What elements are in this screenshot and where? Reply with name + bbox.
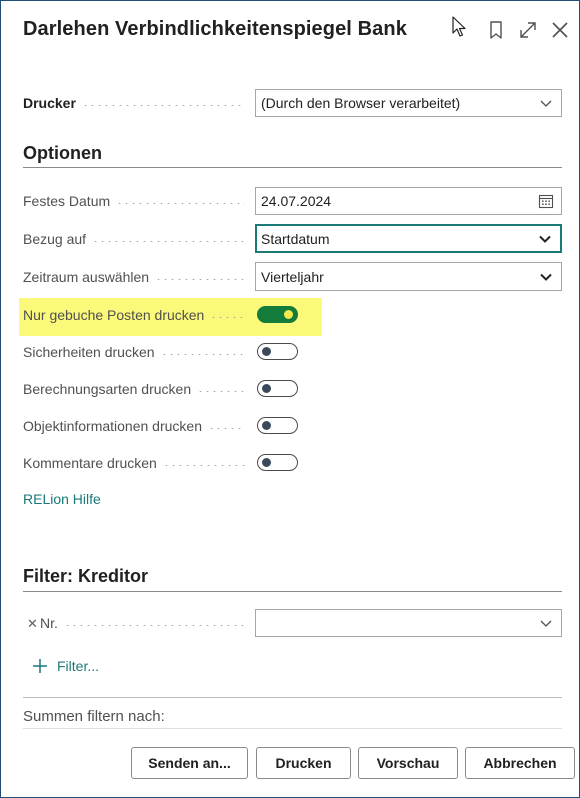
add-filter-label: Filter...: [57, 658, 100, 674]
chevron-down-icon: [531, 610, 561, 636]
toggle-label-object-info: Objektinformationen drucken: [23, 416, 245, 436]
toggle-label-calculation-types: Berechnungsarten drucken: [23, 379, 245, 399]
send-to-button[interactable]: Senden an...: [131, 747, 248, 779]
reference-label: Bezug auf: [23, 229, 245, 249]
fixed-date-value: 24.07.2024: [261, 193, 332, 209]
divider: [23, 697, 562, 698]
reference-select[interactable]: Startdatum: [255, 224, 562, 253]
period-label: Zeitraum auswählen: [23, 267, 245, 287]
toggle-calculation-types[interactable]: [257, 380, 298, 397]
help-link[interactable]: RELion Hilfe: [23, 491, 101, 507]
expand-icon[interactable]: [517, 19, 539, 41]
cancel-button[interactable]: Abbrechen: [465, 747, 575, 779]
plus-icon: [31, 657, 49, 675]
options-divider: [23, 167, 562, 168]
filter-divider: [23, 591, 562, 592]
period-value: Vierteljahr: [261, 268, 324, 285]
fixed-date-input[interactable]: 24.07.2024: [255, 187, 562, 215]
printer-value: (Durch den Browser verarbeitet): [261, 95, 461, 111]
toggle-posted-only[interactable]: [257, 306, 298, 323]
report-request-dialog: Darlehen Verbindlichkeitenspiegel Bank D…: [0, 0, 580, 798]
print-button[interactable]: Drucken: [256, 747, 351, 779]
printer-label: Drucker: [23, 93, 245, 113]
dialog-title: Darlehen Verbindlichkeitenspiegel Bank: [23, 18, 407, 40]
chevron-down-icon: [531, 90, 561, 116]
printer-select[interactable]: (Durch den Browser verarbeitet): [255, 89, 562, 117]
toggle-knob: [262, 384, 271, 393]
chevron-down-icon: [531, 263, 561, 290]
toggle-label-securities: Sicherheiten drucken: [23, 342, 245, 362]
filter-no-input[interactable]: [255, 609, 562, 637]
add-filter-button[interactable]: Filter...: [31, 657, 99, 675]
sum-filter-label[interactable]: Summen filtern nach:: [23, 708, 165, 725]
toggle-knob: [262, 421, 271, 430]
filter-no-label: Nr.: [40, 613, 245, 633]
period-select[interactable]: Vierteljahr: [255, 262, 562, 291]
divider: [23, 728, 562, 729]
toggle-knob: [262, 458, 271, 467]
preview-button[interactable]: Vorschau: [358, 747, 458, 779]
toggle-knob: [262, 347, 271, 356]
toggle-object-info[interactable]: [257, 417, 298, 434]
toggle-comments[interactable]: [257, 454, 298, 471]
fixed-date-label: Festes Datum: [23, 191, 245, 211]
toggle-knob: [284, 310, 293, 319]
toggle-label-posted-only: Nur gebuche Posten drucken: [23, 305, 245, 325]
remove-filter-icon[interactable]: ✕: [27, 616, 38, 632]
close-icon[interactable]: [549, 19, 571, 41]
mouse-pointer-icon: [452, 16, 468, 38]
filter-section-title[interactable]: Filter: Kreditor: [23, 566, 148, 587]
toggle-securities[interactable]: [257, 343, 298, 360]
options-section-title[interactable]: Optionen: [23, 143, 102, 164]
chevron-down-icon: [530, 226, 560, 251]
reference-value: Startdatum: [261, 230, 330, 247]
toggle-label-comments: Kommentare drucken: [23, 453, 245, 473]
bookmark-icon[interactable]: [485, 19, 507, 41]
calendar-icon[interactable]: [531, 188, 561, 214]
